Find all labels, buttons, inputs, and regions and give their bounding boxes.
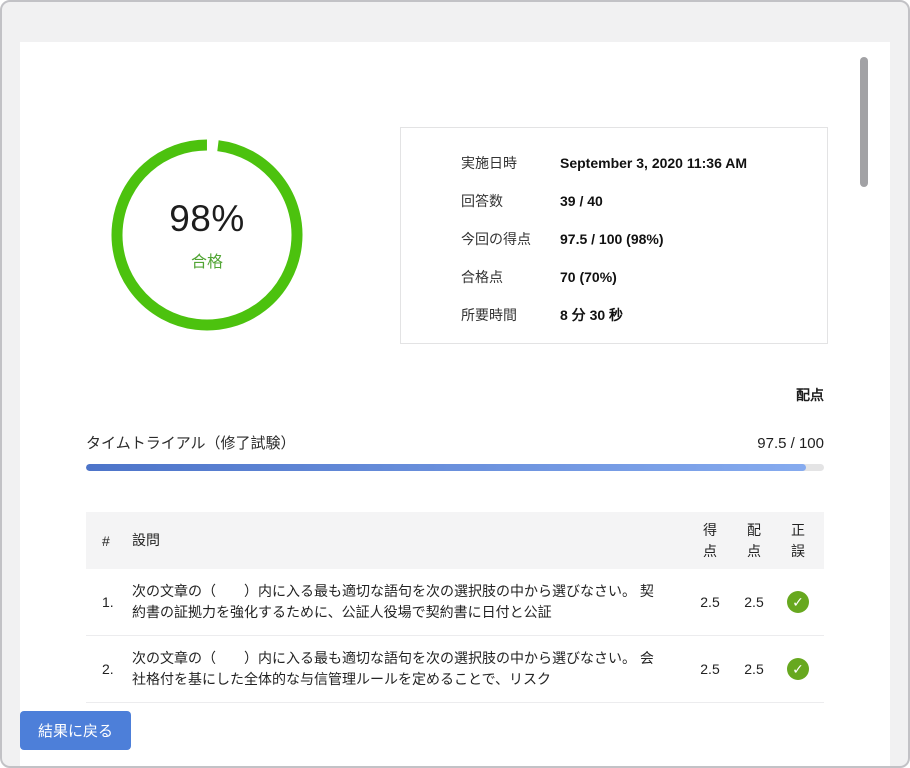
summary-detail-row: 今回の得点 97.5 / 100 (98%) [461, 220, 807, 258]
quiz-progress-bar [86, 464, 824, 471]
question-text: 次の文章の（ ）内に入る最も適切な語句を次の選択肢の中から選びなさい。 会社格付… [132, 648, 688, 690]
detail-value: 70 (70%) [560, 269, 617, 285]
score-percent: 98% [169, 198, 245, 240]
detail-value: 97.5 / 100 (98%) [560, 231, 664, 247]
detail-label: 合格点 [461, 267, 560, 287]
detail-label: 回答数 [461, 191, 560, 211]
table-row[interactable]: 1. 次の文章の（ ）内に入る最も適切な語句を次の選択肢の中から選びなさい。 契… [86, 569, 824, 636]
summary-detail-row: 所要時間 8 分 30 秒 [461, 296, 807, 334]
question-result-cell: ✓ [776, 658, 820, 680]
score-ring-center: 98% 合格 [107, 135, 307, 335]
detail-value: 39 / 40 [560, 193, 603, 209]
header-correct: 正誤 [791, 520, 806, 562]
detail-label: 所要時間 [461, 305, 560, 325]
questions-table: # 設問 得点 配点 正誤 1. 次の文章の（ ）内に入る最も適切な語句を次の選… [86, 512, 824, 703]
correct-check-icon: ✓ [787, 591, 809, 613]
header-score: 得点 [703, 520, 718, 562]
summary-detail-row: 回答数 39 / 40 [461, 182, 807, 220]
summary-details-box: 実施日時 September 3, 2020 11:36 AM 回答数 39 /… [400, 127, 828, 344]
summary-detail-row: 合格点 70 (70%) [461, 258, 807, 296]
question-text: 次の文章の（ ）内に入る最も適切な語句を次の選択肢の中から選びなさい。 契約書の… [132, 581, 688, 623]
vertical-scrollbar-thumb[interactable] [860, 57, 868, 187]
question-number: 2. [86, 661, 132, 677]
correct-check-icon: ✓ [787, 658, 809, 680]
points-column-label: 配点 [796, 385, 824, 405]
question-score: 2.5 [688, 661, 732, 677]
detail-value: September 3, 2020 11:36 AM [560, 155, 747, 171]
table-row[interactable]: 2. 次の文章の（ ）内に入る最も適切な語句を次の選択肢の中から選びなさい。 会… [86, 636, 824, 703]
question-points: 2.5 [732, 594, 776, 610]
table-header-row: # 設問 得点 配点 正誤 [86, 512, 824, 569]
question-score: 2.5 [688, 594, 732, 610]
results-dialog: 98% 合格 実施日時 September 3, 2020 11:36 AM 回… [0, 0, 910, 768]
question-result-cell: ✓ [776, 591, 820, 613]
header-number: # [86, 533, 132, 549]
question-points: 2.5 [732, 661, 776, 677]
detail-value: 8 分 30 秒 [560, 305, 623, 325]
detail-label: 今回の得点 [461, 229, 560, 249]
quiz-title: タイムトライアル（修了試験） [86, 432, 296, 453]
header-question: 設問 [132, 530, 688, 551]
quiz-score: 97.5 / 100 [757, 435, 824, 452]
header-points: 配点 [747, 520, 762, 562]
quiz-summary-row: タイムトライアル（修了試験） 97.5 / 100 [86, 432, 824, 453]
detail-label: 実施日時 [461, 153, 560, 173]
summary-detail-row: 実施日時 September 3, 2020 11:36 AM [461, 144, 807, 182]
pass-status-label: 合格 [191, 248, 223, 272]
results-panel: 98% 合格 実施日時 September 3, 2020 11:36 AM 回… [20, 42, 890, 766]
question-number: 1. [86, 594, 132, 610]
progress-fill [86, 464, 806, 471]
back-to-results-button[interactable]: 結果に戻る [20, 711, 131, 750]
score-ring: 98% 合格 [107, 135, 307, 335]
